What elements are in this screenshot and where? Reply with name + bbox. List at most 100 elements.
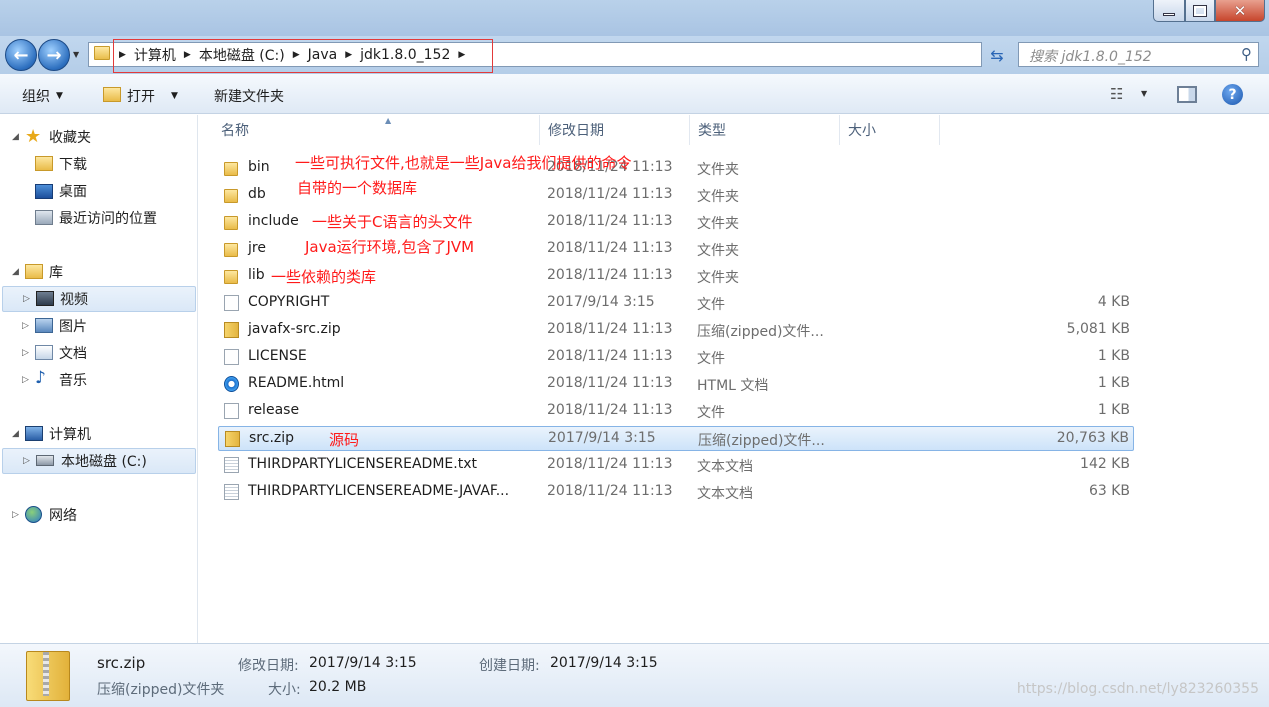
nav-videos[interactable]: ▷ 视频 — [2, 286, 196, 312]
file-name: release — [248, 402, 300, 418]
new-folder-label: 新建文件夹 — [214, 89, 284, 105]
nav-label: 图片 — [59, 319, 87, 335]
nav-libraries[interactable]: ◢ 库 — [0, 259, 198, 285]
column-header-type[interactable]: 类型 — [690, 115, 840, 145]
file-size: 1 KB — [1097, 402, 1130, 418]
open-button[interactable]: 打开 ▼ — [127, 86, 178, 106]
file-size: 5,081 KB — [1066, 321, 1130, 337]
file-icon — [224, 403, 239, 419]
collapse-arrow-icon[interactable]: ▷ — [12, 510, 19, 520]
nav-recent[interactable]: 最近访问的位置 — [0, 205, 198, 231]
address-bar[interactable]: ▶ 计算机 ▶ 本地磁盘 (C:) ▶ Java ▶ jdk1.8.0_152 … — [88, 42, 1062, 67]
close-button[interactable]: ✕ — [1215, 0, 1265, 22]
breadcrumb-computer[interactable]: 计算机 — [130, 45, 180, 65]
file-row[interactable]: THIRDPARTYLICENSEREADME-JAVAF... 2018/11/… — [218, 480, 1134, 505]
view-options-icon[interactable]: ☷ — [1110, 85, 1123, 103]
history-dropdown-icon[interactable]: ▼ — [73, 50, 79, 59]
modified-value: 2017/9/14 3:15 — [309, 655, 417, 671]
nav-pictures[interactable]: ▷ 图片 — [0, 313, 198, 339]
file-type: 文件夹 — [697, 270, 739, 286]
minimize-button[interactable] — [1153, 0, 1185, 22]
file-date: 2018/11/24 11:13 — [547, 240, 673, 256]
preview-pane-icon[interactable] — [1177, 86, 1197, 103]
expand-arrow-icon[interactable]: ◢ — [12, 267, 19, 277]
file-type: 文本文档 — [697, 486, 753, 502]
collapse-arrow-icon[interactable]: ▷ — [22, 321, 29, 331]
file-name: jre — [248, 240, 266, 256]
network-icon — [25, 506, 42, 523]
size-label: 大小: — [268, 682, 301, 698]
search-input[interactable]: 搜索 jdk1.8.0_152 ⚲ — [1018, 42, 1259, 67]
chevron-right-icon[interactable]: ▶ — [180, 50, 195, 60]
organize-button[interactable]: 组织 ▼ — [22, 86, 63, 106]
column-header-date[interactable]: 修改日期 — [540, 115, 690, 145]
organize-label: 组织 — [22, 89, 50, 105]
file-row[interactable]: COPYRIGHT 2017/9/14 3:15 文件 4 KB — [218, 291, 1134, 316]
file-row[interactable]: LICENSE 2018/11/24 11:13 文件 1 KB — [218, 345, 1134, 370]
forward-button[interactable]: → — [38, 39, 70, 71]
nav-desktop[interactable]: 桌面 — [0, 178, 198, 204]
file-row[interactable]: javafx-src.zip 2018/11/24 11:13 压缩(zipped)… — [218, 318, 1134, 343]
annotation-src: 源码 — [329, 431, 360, 449]
file-icon — [224, 295, 239, 311]
chevron-right-icon[interactable]: ▶ — [115, 50, 130, 60]
minimize-icon — [1163, 13, 1175, 16]
nav-favorites[interactable]: ◢ ★ 收藏夹 — [0, 124, 198, 150]
collapse-arrow-icon[interactable]: ▷ — [22, 375, 29, 385]
expand-arrow-icon[interactable]: ◢ — [12, 429, 19, 439]
nav-computer[interactable]: ◢ 计算机 — [0, 421, 198, 447]
file-row[interactable]: THIRDPARTYLICENSEREADME.txt 2018/11/24 11… — [218, 453, 1134, 478]
nav-music[interactable]: ▷ ♪ 音乐 — [0, 367, 198, 393]
breadcrumb-java[interactable]: Java — [304, 47, 342, 63]
file-row[interactable]: README.html 2018/11/24 11:13 HTML 文档 1 KB — [218, 372, 1134, 397]
folder-icon — [224, 216, 238, 230]
zip-icon — [224, 322, 239, 338]
collapse-arrow-icon[interactable]: ▷ — [23, 294, 30, 304]
file-name: db — [248, 186, 266, 202]
documents-icon — [35, 345, 53, 360]
open-label: 打开 — [127, 89, 155, 105]
refresh-button[interactable]: ⇆ — [985, 43, 1009, 67]
details-filename: src.zip — [97, 654, 146, 672]
view-dropdown-icon[interactable]: ▼ — [1141, 89, 1147, 98]
back-arrow-icon: ← — [13, 44, 29, 66]
file-date: 2017/9/14 3:15 — [548, 430, 656, 446]
annotation-jre: Java运行环境,包含了JVM — [305, 238, 475, 256]
file-date: 2018/11/24 11:13 — [547, 213, 673, 229]
maximize-button[interactable] — [1185, 0, 1215, 22]
nav-local-disk[interactable]: ▷ 本地磁盘 (C:) — [2, 448, 196, 474]
file-date: 2018/11/24 11:13 — [547, 348, 673, 364]
hard-disk-icon — [36, 455, 54, 466]
nav-network[interactable]: ▷ 网络 — [0, 502, 198, 528]
file-row[interactable]: release 2018/11/24 11:13 文件 1 KB — [218, 399, 1134, 424]
new-folder-button[interactable]: 新建文件夹 — [214, 86, 284, 106]
file-size: 1 KB — [1097, 348, 1130, 364]
created-label: 创建日期: — [479, 658, 540, 674]
nav-downloads[interactable]: 下载 — [0, 151, 198, 177]
breadcrumb-jdk[interactable]: jdk1.8.0_152 — [356, 47, 454, 63]
file-type: 文本文档 — [697, 459, 753, 475]
nav-documents[interactable]: ▷ 文档 — [0, 340, 198, 366]
back-button[interactable]: ← — [5, 39, 37, 71]
address-row: ← → ▼ ▶ 计算机 ▶ 本地磁盘 (C:) ▶ Java ▶ jdk1.8.… — [0, 36, 1269, 74]
chevron-right-icon[interactable]: ▶ — [289, 50, 304, 60]
column-header-name[interactable]: 名称 ▲ — [213, 115, 540, 145]
column-label: 类型 — [698, 123, 726, 139]
recent-places-icon — [35, 210, 53, 225]
file-type: 压缩(zipped)文件... — [697, 324, 824, 340]
breadcrumb-local-disk[interactable]: 本地磁盘 (C:) — [195, 45, 289, 65]
expand-arrow-icon[interactable]: ◢ — [12, 132, 19, 142]
collapse-arrow-icon[interactable]: ▷ — [22, 348, 29, 358]
file-name: COPYRIGHT — [248, 294, 330, 310]
search-icon[interactable]: ⚲ — [1241, 45, 1252, 63]
help-icon[interactable]: ? — [1222, 84, 1243, 105]
chevron-right-icon[interactable]: ▶ — [454, 50, 469, 60]
file-icon — [224, 349, 239, 365]
chevron-right-icon[interactable]: ▶ — [341, 50, 356, 60]
computer-icon — [25, 426, 43, 441]
nav-label: 最近访问的位置 — [59, 211, 157, 227]
column-header-size[interactable]: 大小 — [840, 115, 940, 145]
file-size: 4 KB — [1097, 294, 1130, 310]
collapse-arrow-icon[interactable]: ▷ — [23, 456, 30, 466]
file-name: LICENSE — [248, 348, 307, 364]
